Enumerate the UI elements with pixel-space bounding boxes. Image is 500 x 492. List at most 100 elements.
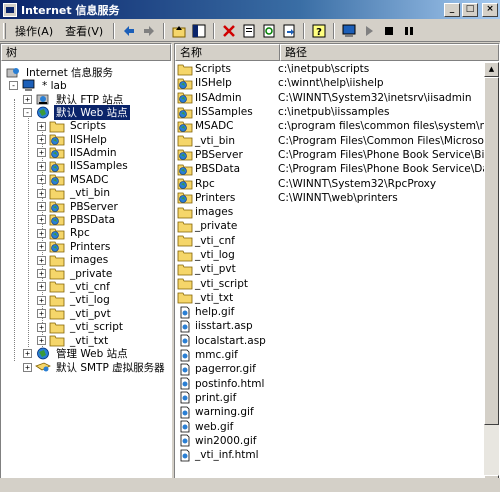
tree-item-pbsdata[interactable]: + PBSData [37, 213, 117, 226]
list-row[interactable]: _private [175, 219, 485, 233]
expand-icon[interactable]: + [37, 336, 46, 345]
svg-text:?: ? [316, 27, 322, 38]
expand-icon[interactable]: + [37, 215, 46, 225]
list-row[interactable]: IISHelp c:\winnt\help\iishelp [175, 76, 485, 90]
up-level-button[interactable] [170, 22, 188, 40]
tree-item-vti-txt[interactable]: + _vti_txt [37, 334, 110, 347]
expand-icon[interactable]: + [37, 269, 46, 278]
back-button[interactable] [120, 22, 138, 40]
column-header-name[interactable]: 名称 [175, 44, 280, 61]
expand-icon[interactable]: + [37, 135, 46, 144]
pause-button[interactable] [400, 22, 418, 40]
close-button[interactable]: × [482, 2, 498, 17]
expand-icon[interactable]: + [37, 255, 46, 265]
tree-item-images[interactable]: + images [37, 254, 110, 267]
collapse-icon[interactable]: - [9, 81, 18, 91]
tree-item-web[interactable]: + 管理 Web 站点 [23, 347, 130, 360]
list-row[interactable]: IISSamples c:\inetpub\iissamples [175, 105, 485, 119]
expand-icon[interactable]: + [23, 94, 32, 104]
tree-item-private[interactable]: + _private [37, 267, 114, 280]
tree-item-vti-pvt[interactable]: + _vti_pvt [37, 307, 113, 320]
maximize-button[interactable]: □ [462, 2, 478, 17]
expand-icon[interactable]: + [37, 188, 46, 198]
expand-icon[interactable]: + [37, 322, 46, 332]
list-row[interactable]: mmc.gif [175, 348, 485, 362]
view-menu[interactable]: 查看(V) [59, 21, 109, 41]
list-row[interactable]: _vti_pvt [175, 262, 485, 276]
tree-item-rpc[interactable]: + Rpc [37, 227, 92, 240]
tree-item-iisadmin[interactable]: + IISAdmin [37, 146, 119, 159]
list-row[interactable]: warning.gif [175, 405, 485, 419]
tree-item-vti-log[interactable]: + _vti_log [37, 294, 112, 307]
list-row[interactable]: MSADC c:\program files\common files\syste… [175, 119, 485, 133]
list-row[interactable]: PBServer C:\Program Files\Phone Book Serv… [175, 148, 485, 162]
list-row[interactable]: images [175, 205, 485, 219]
list-row[interactable]: iisstart.asp [175, 319, 485, 333]
forward-button[interactable] [140, 22, 158, 40]
expand-icon[interactable]: + [37, 202, 46, 211]
expand-icon[interactable]: + [23, 349, 32, 359]
list-row[interactable]: help.gif [175, 305, 485, 319]
list-row[interactable]: localstart.asp [175, 334, 485, 348]
expand-icon[interactable]: + [23, 362, 32, 372]
action-menu[interactable]: 操作(A) [9, 21, 59, 41]
tree-item-scripts[interactable]: + Scripts [37, 120, 108, 133]
list-row[interactable]: print.gif [175, 391, 485, 405]
tree-item-lab[interactable]: - * lab [9, 79, 69, 92]
tree-item-web[interactable]: - 默认 Web 站点 [23, 105, 130, 121]
list-row[interactable]: web.gif [175, 419, 485, 433]
list-row[interactable]: win2000.gif [175, 434, 485, 448]
tree-item-iishelp[interactable]: + IISHelp [37, 133, 109, 146]
help-button[interactable]: ? [310, 22, 328, 40]
list-row[interactable]: _vti_bin C:\Program Files\Common Files\Mi… [175, 133, 485, 147]
list-row[interactable]: Scripts c:\inetpub\scripts [175, 62, 485, 76]
expand-icon[interactable]: + [37, 148, 46, 158]
list-row[interactable]: _vti_script [175, 276, 485, 290]
list-row[interactable]: _vti_cnf [175, 234, 485, 248]
scroll-up-button[interactable]: ▲ [484, 62, 499, 77]
list-row[interactable]: pagerror.gif [175, 362, 485, 376]
list-row[interactable]: Rpc C:\WINNT\System32\RpcProxy [175, 176, 485, 190]
list-row[interactable]: _vti_inf.html [175, 448, 485, 462]
list-row[interactable]: _vti_log [175, 248, 485, 262]
refresh-button[interactable] [260, 22, 278, 40]
list-row[interactable]: Printers C:\WINNT\web\printers [175, 191, 485, 205]
collapse-icon[interactable]: - [23, 108, 32, 118]
expand-icon[interactable]: + [37, 228, 46, 238]
show-hide-tree-button[interactable] [190, 22, 208, 40]
tree-item-printers[interactable]: + Printers [37, 240, 112, 253]
delete-button[interactable] [220, 22, 238, 40]
expand-icon[interactable]: + [37, 121, 46, 131]
scroll-thumb[interactable] [484, 77, 499, 425]
tree-item-ftp[interactable]: + 默认 FTP 站点 [23, 93, 125, 106]
start-button[interactable] [360, 22, 378, 40]
tree-item-smtp[interactable]: + 默认 SMTP 虚拟服务器 [23, 361, 167, 374]
list-row[interactable]: postinfo.html [175, 377, 485, 391]
stop-button[interactable] [380, 22, 398, 40]
expand-icon[interactable]: + [37, 295, 46, 305]
folder-icon [177, 291, 193, 304]
expand-icon[interactable]: + [37, 282, 46, 292]
tree-item-vti-cnf[interactable]: + _vti_cnf [37, 280, 112, 293]
export-list-button[interactable] [280, 22, 298, 40]
globe-app-icon [49, 133, 65, 146]
tree-item-iissamples[interactable]: + IISSamples [37, 160, 130, 173]
expand-icon[interactable]: + [37, 161, 46, 171]
column-header-path[interactable]: 路径 [280, 44, 499, 61]
tree-item-vti-script[interactable]: + _vti_script [37, 321, 125, 334]
vertical-scrollbar[interactable]: ▲ ▼ [484, 62, 499, 490]
list-row[interactable]: _vti_txt [175, 291, 485, 305]
properties-button[interactable] [240, 22, 258, 40]
connect-computer-button[interactable] [340, 22, 358, 40]
minimize-button[interactable]: _ [444, 2, 460, 17]
expand-icon[interactable]: + [37, 309, 46, 319]
tree-item-msadc[interactable]: + MSADC [37, 173, 111, 186]
tree-item-pbserver[interactable]: + PBServer [37, 200, 120, 213]
expand-icon[interactable]: + [37, 175, 46, 185]
tree-item-internet[interactable]: Internet 信息服务 [5, 66, 115, 79]
toolbar-grip[interactable] [3, 22, 6, 39]
expand-icon[interactable]: + [37, 242, 46, 252]
list-row[interactable]: PBSData C:\Program Files\Phone Book Servi… [175, 162, 485, 176]
list-row[interactable]: IISAdmin C:\WINNT\System32\inetsrv\iisadm… [175, 91, 485, 105]
tree-item-vti-bin[interactable]: + _vti_bin [37, 187, 112, 200]
